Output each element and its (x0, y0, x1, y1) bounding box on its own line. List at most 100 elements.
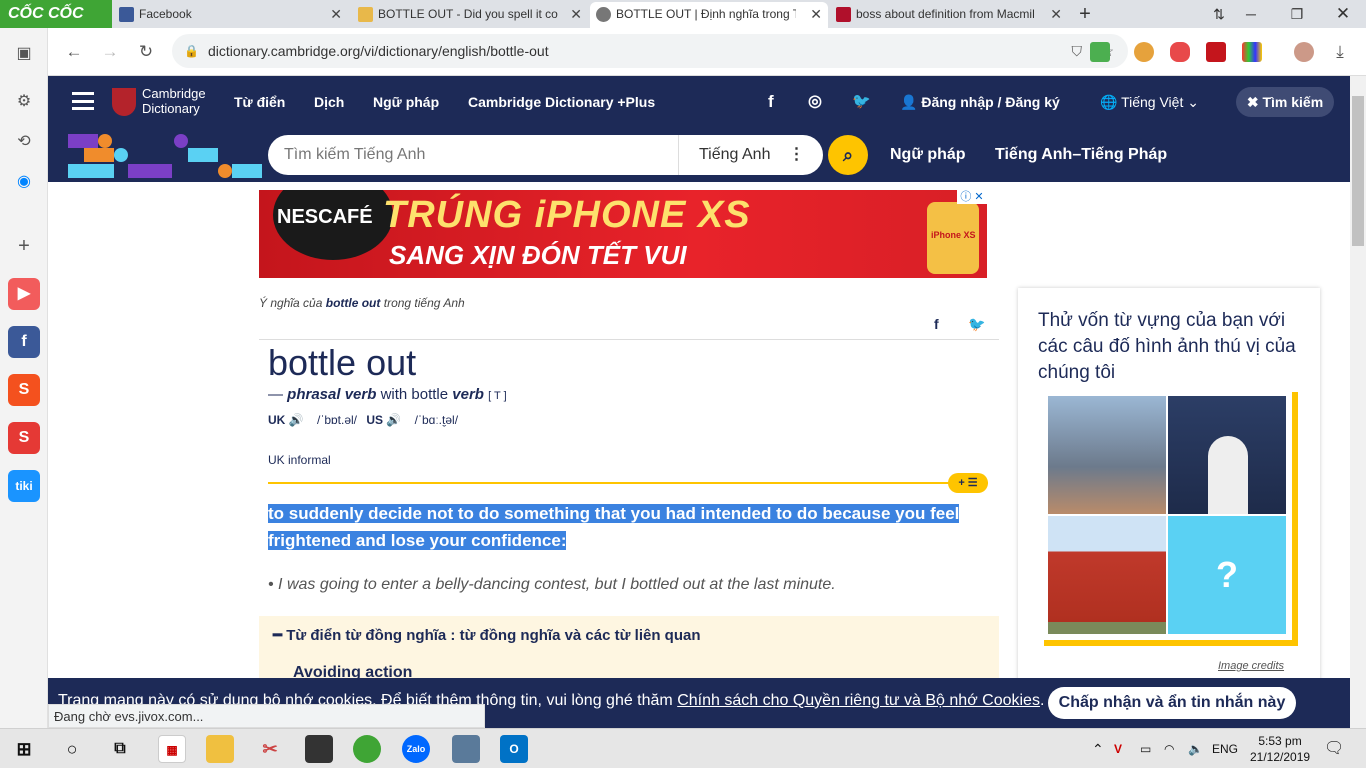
tab-facebook[interactable]: Facebook ✕ (113, 2, 348, 28)
lock-icon: 🔒 (184, 44, 199, 58)
avatar[interactable] (1294, 42, 1314, 62)
quiz-unknown-tile[interactable]: ? (1168, 516, 1286, 634)
minimize-button[interactable]: ─ (1228, 0, 1274, 28)
download-ext-icon[interactable] (1090, 42, 1110, 62)
facebook-share-icon[interactable]: f (934, 316, 939, 332)
volume-icon[interactable]: 🔈 (1188, 729, 1203, 769)
shield-ext-icon[interactable] (1170, 42, 1190, 62)
page-scrollbar[interactable] (1350, 76, 1366, 728)
tab-bottle-out-spell[interactable]: BOTTLE OUT - Did you spell it corr ✕ (352, 2, 588, 28)
close-icon[interactable]: ✕ (1050, 2, 1062, 26)
coccoc-brand[interactable]: CỐC CỐC (0, 0, 112, 28)
scrollbar-thumb[interactable] (1352, 96, 1364, 246)
forward-button[interactable]: → (100, 42, 120, 62)
sticky-notes-icon[interactable] (305, 735, 333, 763)
macmillan-icon (836, 7, 851, 22)
close-icon[interactable]: ✕ (570, 2, 582, 26)
speaker-icon[interactable]: 🔊 (289, 413, 304, 427)
close-icon[interactable]: ✕ (330, 2, 342, 26)
login-link[interactable]: 👤 Đăng nhập / Đăng ký (900, 76, 1060, 128)
download-icon[interactable]: ⤓ (1330, 42, 1350, 62)
windows-taskbar: ⊞ ○ ⧉ ▦ ✂ Zalo O ⌃ V ▭ ◠ 🔈 ENG 5:53 pm 2… (0, 728, 1366, 768)
menu-translate[interactable]: Dịch (314, 76, 344, 128)
search-toggle-button[interactable]: ✖ Tìm kiếm (1236, 87, 1334, 117)
tiki-icon[interactable]: tiki (8, 470, 40, 502)
app-icon[interactable] (452, 735, 480, 763)
quiz-image-skyscrapers[interactable] (1048, 396, 1166, 514)
battery-icon[interactable]: ▭ (1140, 729, 1151, 769)
image-credits-link[interactable]: Image credits (1218, 660, 1284, 672)
quiz-image-barn[interactable] (1048, 516, 1166, 634)
thesaurus-box: ━ Từ điển từ đồng nghĩa : từ đồng nghĩa … (259, 616, 999, 681)
example-sentence: • I was going to enter a belly-dancing c… (268, 576, 836, 593)
clock[interactable]: 5:53 pm 21/12/2019 (1250, 733, 1310, 765)
site-logo[interactable]: Cambridge Dictionary (142, 86, 206, 116)
coccoc-taskbar-icon[interactable] (353, 735, 381, 763)
twitter-icon[interactable]: 🐦 (852, 76, 871, 128)
accept-cookies-button[interactable]: Chấp nhận và ẩn tin nhắn này (1048, 687, 1296, 719)
app-icon[interactable]: ▦ (158, 735, 186, 763)
chevron-up-icon[interactable]: ⌃ (1092, 729, 1104, 769)
reload-button[interactable]: ↻ (136, 42, 156, 62)
instagram-icon[interactable]: ◎ (808, 76, 822, 128)
quiz-image-windmill[interactable] (1168, 396, 1286, 514)
english-french-link[interactable]: Tiếng Anh–Tiếng Pháp (995, 128, 1167, 182)
tray-app-icon[interactable]: V (1114, 729, 1122, 769)
twitter-share-icon[interactable]: 🐦 (968, 316, 985, 333)
facebook-icon[interactable]: f (768, 76, 774, 128)
back-button[interactable]: ← (64, 42, 84, 62)
maximize-button[interactable]: ❐ (1274, 0, 1320, 28)
close-icon[interactable]: ✕ (810, 2, 822, 26)
sidebar-toggle-icon[interactable]: ▣ (14, 44, 34, 64)
hamburger-menu-icon[interactable] (72, 92, 94, 110)
history-icon[interactable]: ⟲ (14, 132, 34, 152)
privacy-policy-link[interactable]: Chính sách cho Quyền riêng tư và Bộ nhớ … (677, 692, 1040, 709)
tab-macmillan[interactable]: boss about definition from Macmil ✕ (830, 2, 1068, 28)
search-input[interactable]: Tìm kiếm Tiếng Anh (284, 135, 425, 175)
shopee-icon[interactable]: S (8, 374, 40, 406)
gear-icon[interactable]: ⚙ (14, 92, 34, 112)
search-icon[interactable]: ○ (58, 735, 86, 763)
image-quiz-widget: Thử vốn từ vựng của bạn với các câu đố h… (1018, 288, 1320, 688)
color-ext-icon[interactable] (1242, 42, 1262, 62)
search-dictionary-selector[interactable]: Tiếng Anh ⋮ (678, 135, 804, 175)
url-field[interactable]: 🔒 dictionary.cambridge.org/vi/dictionary… (172, 34, 1128, 68)
search-button[interactable]: ⌕ (828, 135, 868, 175)
browser-tab-bar: CỐC CỐC Facebook ✕ BOTTLE OUT - Did you … (0, 0, 1366, 28)
ad-close-icon[interactable]: ⓘ ✕ (957, 190, 987, 204)
notification-icon[interactable]: 🗨 (1324, 729, 1344, 769)
outlook-icon[interactable]: O (500, 735, 528, 763)
language-selector[interactable]: 🌐 Tiếng Việt ⌄ (1100, 76, 1199, 128)
language-indicator[interactable]: ENG (1212, 729, 1238, 769)
snipping-tool-icon[interactable]: ✂ (256, 735, 284, 763)
chrome-ext-icon[interactable] (1134, 42, 1154, 62)
shield-icon[interactable]: ⛉ (1072, 34, 1083, 68)
file-explorer-icon[interactable] (206, 735, 234, 763)
menu-plus[interactable]: Cambridge Dictionary +Plus (468, 76, 655, 128)
search-box[interactable]: Tìm kiếm Tiếng Anh Tiếng Anh ⋮ (268, 135, 823, 175)
zalo-icon[interactable]: Zalo (402, 735, 430, 763)
messenger-icon[interactable]: ◉ (14, 172, 34, 192)
youtube-icon[interactable]: ▶ (8, 278, 40, 310)
wifi-icon[interactable]: ◠ (1164, 729, 1174, 769)
red-ext-icon[interactable] (1206, 42, 1226, 62)
facebook-icon[interactable]: f (8, 326, 40, 358)
new-tab-button[interactable]: + (1072, 0, 1098, 28)
site-icon (358, 7, 373, 22)
menu-dictionary[interactable]: Từ điển (234, 76, 285, 128)
add-to-wordlist-button[interactable]: + ☰ (948, 473, 988, 493)
grammar-link[interactable]: Ngữ pháp (890, 128, 966, 182)
speaker-icon[interactable]: 🔊 (386, 413, 401, 427)
tab-cambridge[interactable]: BOTTLE OUT | Định nghĩa trong Từ ✕ (590, 2, 828, 28)
thesaurus-heading[interactable]: ━ Từ điển từ đồng nghĩa : từ đồng nghĩa … (273, 626, 700, 644)
windows-start-icon[interactable]: ⊞ (10, 735, 38, 763)
menu-grammar[interactable]: Ngữ pháp (373, 76, 439, 128)
task-view-icon[interactable]: ⧉ (106, 735, 134, 763)
close-window-button[interactable]: ✕ (1320, 0, 1366, 28)
ad-banner[interactable]: NESCAFÉ TRÚNG iPHONE XS SANG XỊN ĐÓN TẾT… (259, 190, 987, 278)
sendo-icon[interactable]: S (8, 422, 40, 454)
add-icon[interactable]: + (14, 236, 34, 256)
quiz-title[interactable]: Thử vốn từ vựng của bạn với các câu đố h… (1038, 308, 1308, 386)
cambridge-shield-icon (112, 88, 136, 116)
tab-title: boss about definition from Macmil (856, 7, 1035, 21)
